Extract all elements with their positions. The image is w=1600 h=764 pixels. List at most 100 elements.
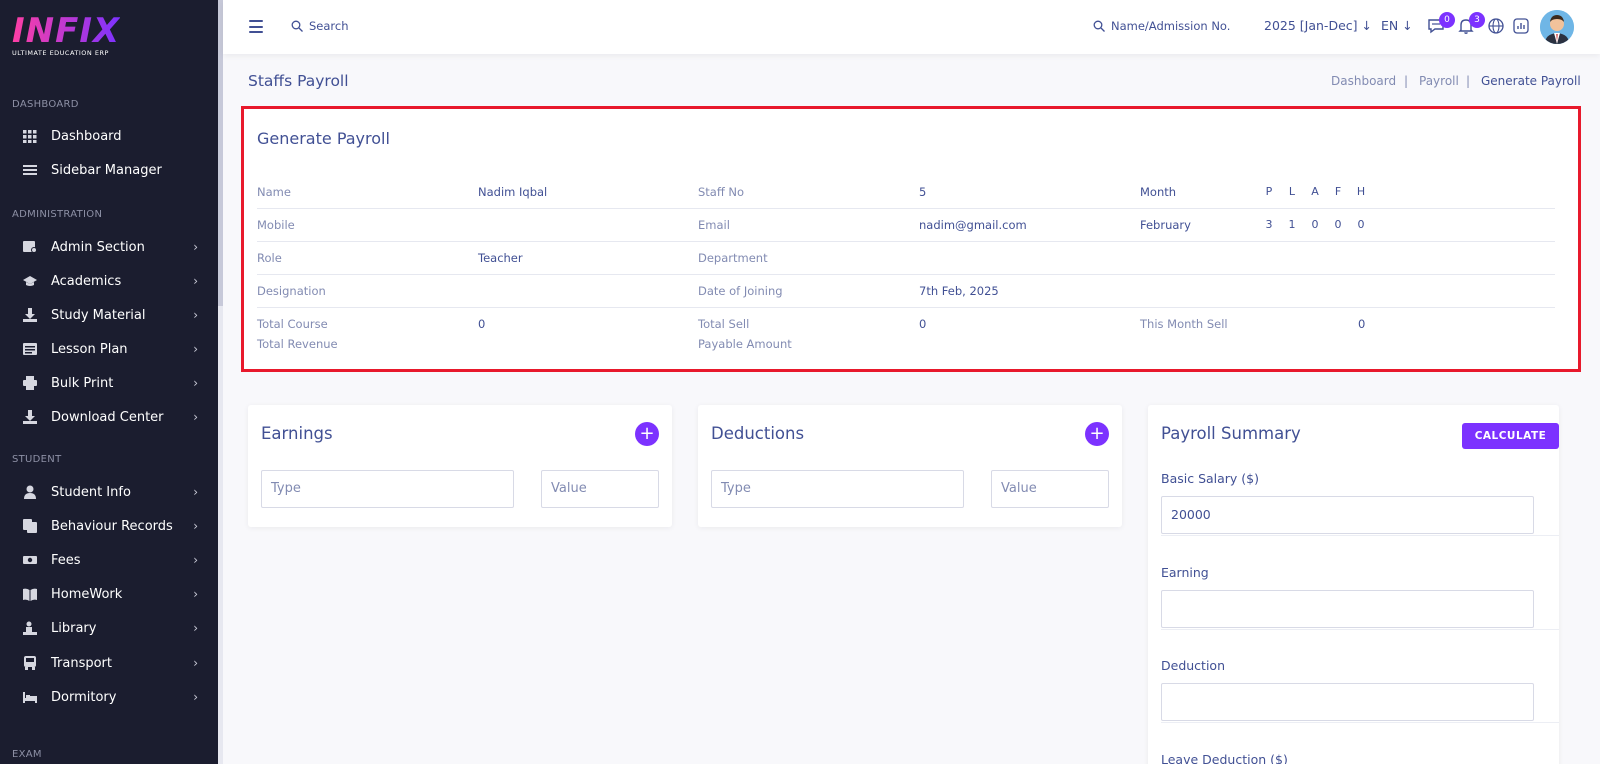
website-button[interactable]	[1487, 17, 1507, 37]
sidebar-item-label: Download Center	[51, 409, 164, 425]
student-search-label: Name/Admission No.	[1111, 19, 1231, 33]
messages-button[interactable]: 0	[1427, 12, 1455, 37]
this-month-sell-value: 0	[1358, 317, 1366, 331]
session-select[interactable]: 2025 [Jan-Dec] ↓	[1264, 18, 1372, 33]
sidebar-item-transport[interactable]: Transport ›	[0, 649, 218, 677]
basic-salary-input[interactable]: 20000	[1161, 496, 1534, 534]
generate-payroll-title: Generate Payroll	[257, 129, 390, 148]
attendance-value: 0	[1311, 218, 1319, 231]
month-value: February	[1140, 218, 1191, 232]
deduction-type-input[interactable]: Type	[711, 470, 964, 508]
arrow-down-icon: ↓	[1402, 18, 1413, 33]
sidebar-item-label: HomeWork	[51, 586, 123, 602]
breadcrumb-payroll[interactable]: Payroll	[1419, 74, 1459, 88]
attendance-header: F	[1334, 185, 1342, 198]
deduction-value-input[interactable]: Value	[991, 470, 1109, 508]
add-earning-button[interactable]: +	[635, 422, 659, 446]
sidebar-item-label: Transport	[51, 655, 113, 671]
sidebar-item-label: Fees	[51, 552, 81, 568]
month-label: Month	[1140, 185, 1177, 199]
sidebar-item-academics[interactable]: Academics ›	[0, 267, 218, 295]
notifications-badge: 3	[1469, 12, 1485, 28]
info-row: Mobile Email nadim@gmail.com February 3 …	[257, 209, 1555, 242]
breadcrumb-generate-payroll: Generate Payroll	[1481, 74, 1581, 88]
money-icon	[23, 556, 37, 564]
user-avatar-icon	[1540, 10, 1574, 44]
chevron-right-icon: ›	[193, 410, 198, 424]
role-label: Role	[257, 251, 282, 265]
sidebar-item-download-center[interactable]: Download Center ›	[0, 403, 218, 431]
stats-button[interactable]	[1512, 17, 1532, 37]
sidebar-item-study-material[interactable]: Study Material ›	[0, 301, 218, 329]
earning-type-input[interactable]: Type	[261, 470, 514, 508]
add-deduction-button[interactable]: +	[1085, 422, 1109, 446]
menu-toggle-icon[interactable]	[249, 20, 263, 33]
sidebar-item-label: Admin Section	[51, 239, 145, 255]
sidebar-item-label: Behaviour Records	[51, 518, 173, 534]
attendance-value: 3	[1265, 218, 1273, 231]
logo-tagline: ULTIMATE EDUCATION ERP	[12, 49, 109, 57]
section-exam: EXAM	[12, 749, 42, 760]
globe-icon	[1488, 18, 1504, 34]
student-search-input[interactable]: Name/Admission No.	[1093, 19, 1230, 33]
deduction-label: Deduction	[1161, 658, 1225, 673]
sidebar-item-dormitory[interactable]: Dormitory ›	[0, 683, 218, 711]
search-label: Search	[309, 19, 349, 33]
sidebar-item-behaviour-records[interactable]: Behaviour Records ›	[0, 512, 218, 540]
generate-payroll-card: Generate Payroll Name Nadim Iqbal Staff …	[241, 106, 1581, 372]
arrow-down-icon: ↓	[1361, 18, 1372, 33]
attendance-value: 1	[1288, 218, 1296, 231]
chevron-right-icon: ›	[193, 274, 198, 288]
mobile-label: Mobile	[257, 218, 295, 232]
deduction-total-input[interactable]	[1161, 683, 1534, 721]
grid-icon	[23, 130, 37, 143]
calculate-button[interactable]: CALCULATE	[1462, 423, 1559, 449]
chevron-right-icon: ›	[193, 690, 198, 704]
basic-salary-label: Basic Salary ($)	[1161, 471, 1260, 486]
topbar: Search Name/Admission No. 2025 [Jan-Dec]…	[223, 0, 1600, 54]
total-revenue-label: Total Revenue	[257, 337, 338, 351]
sidebar-item-admin-section[interactable]: Admin Section ›	[0, 233, 218, 261]
breadcrumb-dashboard[interactable]: Dashboard	[1331, 74, 1396, 88]
sidebar-item-label: Dormitory	[51, 689, 117, 705]
divider	[1161, 722, 1559, 723]
search-icon	[1093, 20, 1105, 32]
payroll-summary-card: Payroll Summary CALCULATE Basic Salary (…	[1148, 405, 1559, 764]
info-row: Role Teacher Department	[257, 242, 1555, 275]
role-value: Teacher	[478, 251, 523, 265]
sidebar-item-lesson-plan[interactable]: Lesson Plan ›	[0, 335, 218, 363]
sidebar-item-label: Bulk Print	[51, 375, 114, 391]
this-month-sell-label: This Month Sell	[1140, 317, 1228, 331]
payable-amount-label: Payable Amount	[698, 337, 792, 351]
attendance-header: P	[1265, 185, 1273, 198]
language-select[interactable]: EN ↓	[1381, 18, 1413, 33]
earning-value-input[interactable]: Value	[541, 470, 659, 508]
sidebar-item-fees[interactable]: Fees ›	[0, 546, 218, 574]
divider	[1161, 629, 1559, 630]
section-student: STUDENT	[12, 454, 62, 465]
search-input[interactable]: Search	[291, 19, 349, 33]
chevron-right-icon: ›	[193, 240, 198, 254]
sidebar-item-library[interactable]: Library ›	[0, 614, 218, 642]
earnings-card: Earnings + Type Value	[248, 405, 672, 527]
notifications-button[interactable]: 3	[1457, 12, 1485, 37]
earning-total-input[interactable]	[1161, 590, 1534, 628]
sidebar-item-student-info[interactable]: Student Info ›	[0, 478, 218, 506]
sidebar-item-bulk-print[interactable]: Bulk Print ›	[0, 369, 218, 397]
sidebar-item-label: Study Material	[51, 307, 146, 323]
sidebar-item-label: Sidebar Manager	[51, 162, 162, 178]
sidebar-item-dashboard[interactable]: Dashboard	[0, 122, 218, 150]
printer-icon	[23, 376, 37, 390]
avatar[interactable]	[1540, 10, 1574, 44]
page-title: Staffs Payroll	[248, 72, 349, 90]
sidebar-item-label: Student Info	[51, 484, 131, 500]
sidebar-item-homework[interactable]: HomeWork ›	[0, 580, 218, 608]
attendance-header: A	[1311, 185, 1319, 198]
logo[interactable]: INFIX ULTIMATE EDUCATION ERP	[12, 14, 120, 57]
total-course-value: 0	[478, 317, 486, 331]
sidebar-item-sidebar-manager[interactable]: Sidebar Manager	[0, 156, 218, 184]
deductions-title: Deductions	[711, 424, 805, 443]
sidebar-item-label: Academics	[51, 273, 122, 289]
total-sell-value: 0	[919, 317, 927, 331]
bus-icon	[24, 656, 36, 670]
